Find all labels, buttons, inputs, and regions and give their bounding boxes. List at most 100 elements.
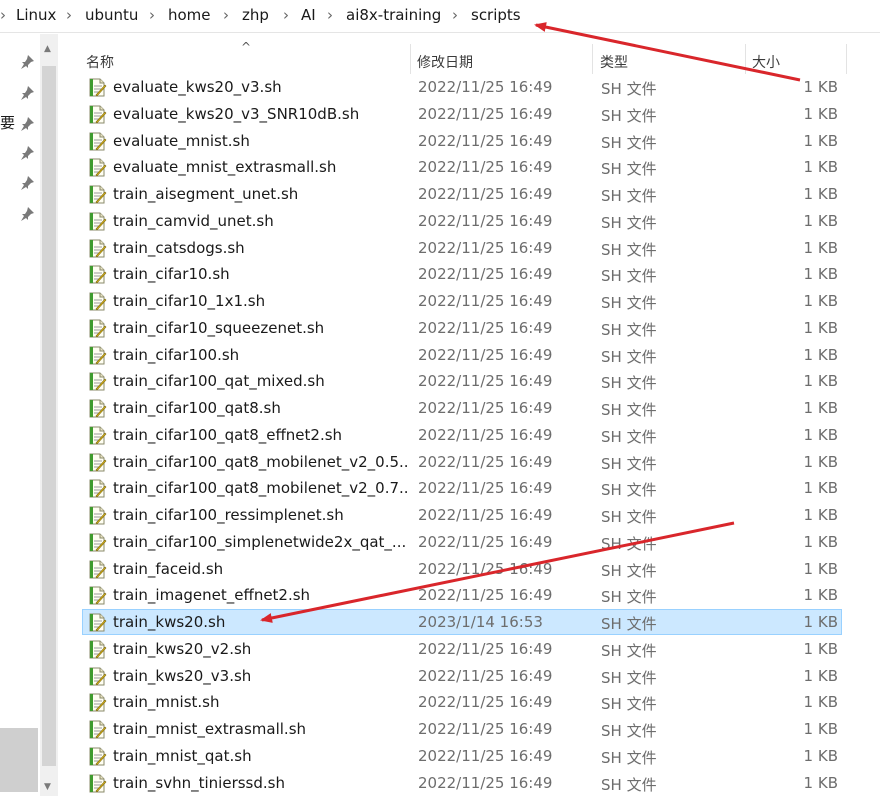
scroll-up-arrow-icon[interactable]: ▲: [44, 44, 51, 54]
column-divider[interactable]: [592, 44, 593, 74]
file-type: SH 文件: [601, 641, 657, 660]
file-row[interactable]: train_catsdogs.sh 2022/11/25 16:49 SH 文件 1 …: [82, 235, 842, 261]
file-name[interactable]: train_faceid.sh: [113, 560, 408, 578]
file-row[interactable]: train_cifar100.sh 2022/11/25 16:49 SH 文件 1 …: [82, 342, 842, 368]
file-row[interactable]: train_mnist.sh 2022/11/25 16:49 SH 文件 1 KB: [82, 689, 842, 715]
file-name[interactable]: train_kws20_v3.sh: [113, 667, 408, 685]
file-name[interactable]: train_cifar100_qat8_effnet2.sh: [113, 426, 408, 444]
nav-scrollbar-thumb[interactable]: [42, 66, 56, 766]
file-row-selected[interactable]: train_kws20.sh 2023/1/14 16:53 SH 文件 1 KB: [82, 609, 842, 635]
file-name[interactable]: train_cifar100_qat_mixed.sh: [113, 372, 408, 390]
file-row[interactable]: train_cifar100_simplenetwide2x_qat_... 20…: [82, 529, 842, 555]
file-name[interactable]: train_cifar100_qat8_mobilenet_v2_0.7...: [113, 479, 408, 497]
breadcrumb-ai[interactable]: AI: [301, 6, 316, 24]
file-row[interactable]: train_mnist_qat.sh 2022/11/25 16:49 SH 文件 1…: [82, 743, 842, 769]
file-modified-date: 2022/11/25 16:49: [418, 345, 553, 364]
file-name[interactable]: train_catsdogs.sh: [113, 239, 408, 257]
file-name[interactable]: train_camvid_unet.sh: [113, 212, 408, 230]
file-modified-date: 2022/11/25 16:49: [418, 693, 553, 712]
breadcrumb-zhp[interactable]: zhp: [242, 6, 269, 24]
pin-icon[interactable]: [19, 54, 35, 70]
file-row[interactable]: train_cifar100_qat8_mobilenet_v2_0.5....…: [82, 449, 842, 475]
file-name[interactable]: train_svhn_tinierssd.sh: [113, 774, 408, 792]
pin-icon[interactable]: [19, 175, 35, 191]
file-name[interactable]: train_cifar100_qat8_mobilenet_v2_0.5....: [113, 453, 408, 471]
column-header-date[interactable]: 修改日期: [417, 52, 473, 72]
file-row[interactable]: train_cifar100_qat8.sh 2022/11/25 16:49 SH…: [82, 395, 842, 421]
file-size: 1 KB: [803, 773, 838, 792]
column-header-name[interactable]: 名称: [86, 52, 114, 72]
file-modified-date: 2022/11/25 16:49: [418, 185, 553, 203]
column-header-type[interactable]: 类型: [600, 52, 628, 72]
breadcrumb-scripts[interactable]: scripts: [471, 6, 521, 24]
file-row[interactable]: train_cifar100_ressimplenet.sh 2022/11/25…: [82, 502, 842, 528]
column-divider[interactable]: [410, 44, 411, 74]
file-name[interactable]: train_mnist.sh: [113, 693, 408, 711]
sh-script-file-icon: [89, 319, 107, 338]
file-name[interactable]: train_cifar10_squeezenet.sh: [113, 319, 408, 337]
nav-scrollbar[interactable]: ▲ ▼: [40, 34, 58, 804]
file-row[interactable]: train_mnist_extrasmall.sh 2022/11/25 16:4…: [82, 716, 842, 742]
file-row[interactable]: evaluate_kws20_v3.sh 2022/11/25 16:49 SH 文…: [82, 74, 842, 100]
pin-icon[interactable]: [19, 206, 35, 222]
file-name[interactable]: train_aisegment_unet.sh: [113, 185, 408, 203]
file-name[interactable]: train_kws20.sh: [113, 613, 408, 631]
scroll-down-arrow-icon[interactable]: ▼: [44, 782, 51, 792]
file-row[interactable]: train_cifar10_squeezenet.sh 2022/11/25 16…: [82, 315, 842, 341]
file-row[interactable]: evaluate_mnist_extrasmall.sh 2022/11/25 1…: [82, 154, 842, 180]
nav-selected-item[interactable]: [0, 728, 38, 792]
file-row[interactable]: evaluate_mnist.sh 2022/11/25 16:49 SH 文件 1 …: [82, 128, 842, 154]
file-name[interactable]: evaluate_mnist_extrasmall.sh: [113, 158, 408, 176]
file-type: SH 文件: [601, 534, 657, 553]
breadcrumb-ai8x-training[interactable]: ai8x-training: [346, 6, 441, 24]
nav-item-truncated-label[interactable]: 要: [0, 112, 18, 133]
file-type: SH 文件: [601, 240, 657, 259]
file-name[interactable]: evaluate_mnist.sh: [113, 132, 408, 150]
breadcrumb-separator: ›: [66, 6, 72, 24]
file-name[interactable]: train_kws20_v2.sh: [113, 640, 408, 658]
file-row[interactable]: train_cifar100_qat8_effnet2.sh 2022/11/25…: [82, 422, 842, 448]
pin-icon[interactable]: [19, 145, 35, 161]
file-row[interactable]: train_cifar100_qat_mixed.sh 2022/11/25 16…: [82, 368, 842, 394]
file-row[interactable]: evaluate_kws20_v3_SNR10dB.sh 2022/11/25 1…: [82, 101, 842, 127]
sh-script-file-icon: [89, 239, 107, 257]
file-row[interactable]: train_imagenet_effnet2.sh 2022/11/25 16:4…: [82, 582, 842, 608]
file-modified-date: 2022/11/25 16:49: [418, 559, 553, 578]
file-modified-date: 2022/11/25 16:49: [418, 372, 553, 391]
file-row[interactable]: train_aisegment_unet.sh 2022/11/25 16:49 S…: [82, 181, 842, 207]
pin-icon[interactable]: [19, 116, 35, 132]
file-name[interactable]: train_mnist_extrasmall.sh: [113, 720, 408, 738]
file-name[interactable]: evaluate_kws20_v3_SNR10dB.sh: [113, 105, 408, 123]
file-name[interactable]: train_cifar10_1x1.sh: [113, 292, 408, 310]
file-name[interactable]: train_cifar100_qat8.sh: [113, 399, 408, 417]
breadcrumb-home[interactable]: home: [168, 6, 211, 24]
column-divider[interactable]: [745, 44, 746, 74]
file-size: 1 KB: [803, 452, 838, 471]
pin-icon[interactable]: [19, 85, 35, 101]
file-name[interactable]: train_cifar100_simplenetwide2x_qat_...: [113, 533, 408, 551]
file-name[interactable]: evaluate_kws20_v3.sh: [113, 78, 408, 96]
file-name[interactable]: train_cifar100.sh: [113, 346, 408, 364]
breadcrumb-ubuntu[interactable]: ubuntu: [85, 6, 138, 24]
file-row[interactable]: train_camvid_unet.sh 2022/11/25 16:49 SH 文…: [82, 208, 842, 234]
file-row[interactable]: train_cifar10.sh 2022/11/25 16:49 SH 文件 1 K…: [82, 261, 842, 287]
sh-script-file-icon: [89, 105, 107, 124]
file-name[interactable]: train_cifar100_ressimplenet.sh: [113, 506, 408, 524]
file-name[interactable]: train_imagenet_effnet2.sh: [113, 586, 408, 604]
column-header-size[interactable]: 大小: [752, 52, 780, 72]
file-row[interactable]: train_svhn_tinierssd.sh 2022/11/25 16:49 S…: [82, 770, 842, 796]
file-size: 1 KB: [803, 693, 838, 712]
file-size: 1 KB: [803, 292, 838, 310]
column-divider[interactable]: [846, 44, 847, 74]
file-row[interactable]: train_cifar10_1x1.sh 2022/11/25 16:49 SH 文…: [82, 288, 842, 314]
breadcrumb-linux[interactable]: Linux: [16, 6, 56, 24]
file-name[interactable]: train_mnist_qat.sh: [113, 747, 408, 765]
file-type: SH 文件: [601, 775, 657, 794]
file-row[interactable]: train_faceid.sh 2022/11/25 16:49 SH 文件 1 KB: [82, 556, 842, 582]
status-bar-edge: [0, 796, 880, 804]
file-row[interactable]: train_cifar100_qat8_mobilenet_v2_0.7... 2…: [82, 475, 842, 501]
file-modified-date: 2022/11/25 16:49: [418, 506, 553, 524]
file-row[interactable]: train_kws20_v2.sh 2022/11/25 16:49 SH 文件 1 …: [82, 636, 842, 662]
file-row[interactable]: train_kws20_v3.sh 2022/11/25 16:49 SH 文件 1 …: [82, 663, 842, 689]
file-name[interactable]: train_cifar10.sh: [113, 265, 408, 283]
